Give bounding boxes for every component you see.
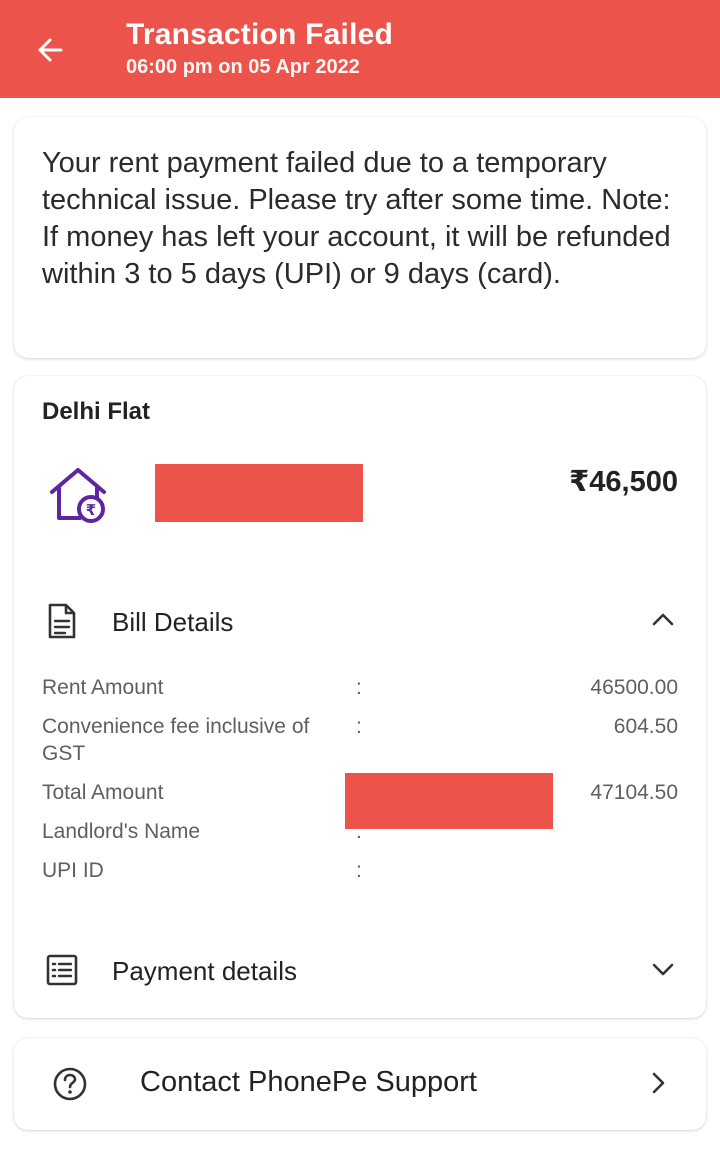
bill-row-separator: : <box>356 859 362 882</box>
payment-details-toggle[interactable]: Payment details <box>14 940 706 1000</box>
transaction-details-card: Delhi Flat ₹ ₹46,500 Bill Details Rent A… <box>14 376 706 1018</box>
redacted-payee-detail <box>155 464 363 522</box>
page-title: Transaction Failed <box>126 18 394 51</box>
bill-row-label: UPI ID <box>42 859 104 882</box>
bill-row-value: 47104.50 <box>590 781 678 804</box>
failure-message-card: Your rent payment failed due to a tempor… <box>14 117 706 358</box>
arrow-left-icon <box>38 38 63 62</box>
contact-support-button[interactable]: Contact PhonePe Support <box>14 1038 706 1130</box>
bill-row-value: 46500.00 <box>590 676 678 699</box>
bill-row-value: 604.50 <box>613 715 678 738</box>
bill-row-separator: : <box>356 676 362 699</box>
bill-row-label: Rent Amount <box>42 676 164 699</box>
chevron-down-icon <box>652 963 674 976</box>
failure-message-text: Your rent payment failed due to a tempor… <box>42 147 671 290</box>
chevron-up-icon <box>652 613 674 626</box>
app-header: Transaction Failed 06:00 pm on 05 Apr 20… <box>0 0 720 98</box>
contact-support-label: Contact PhonePe Support <box>140 1066 477 1098</box>
help-circle-icon <box>53 1067 87 1101</box>
payment-details-label: Payment details <box>112 956 297 986</box>
receipt-list-icon <box>46 954 78 986</box>
bill-details-toggle[interactable]: Bill Details <box>14 591 706 651</box>
bill-row-label: Total Amount <box>42 781 164 804</box>
document-icon <box>48 603 76 639</box>
chevron-right-icon <box>652 1072 665 1094</box>
transaction-timestamp: 06:00 pm on 05 Apr 2022 <box>126 56 360 78</box>
bill-row-label: Landlord's Name <box>42 820 201 843</box>
bill-details-label: Bill Details <box>112 607 234 637</box>
redacted-landlord-detail <box>345 773 553 829</box>
payment-amount: ₹46,500 <box>569 466 678 498</box>
house-rupee-icon: ₹ <box>50 468 106 523</box>
bill-row-separator: : <box>356 715 362 738</box>
payee-name: Delhi Flat <box>42 398 151 425</box>
bill-row-label: Convenience fee inclusive of GST <box>42 715 310 765</box>
back-button[interactable] <box>28 28 72 72</box>
svg-text:₹: ₹ <box>86 501 96 519</box>
